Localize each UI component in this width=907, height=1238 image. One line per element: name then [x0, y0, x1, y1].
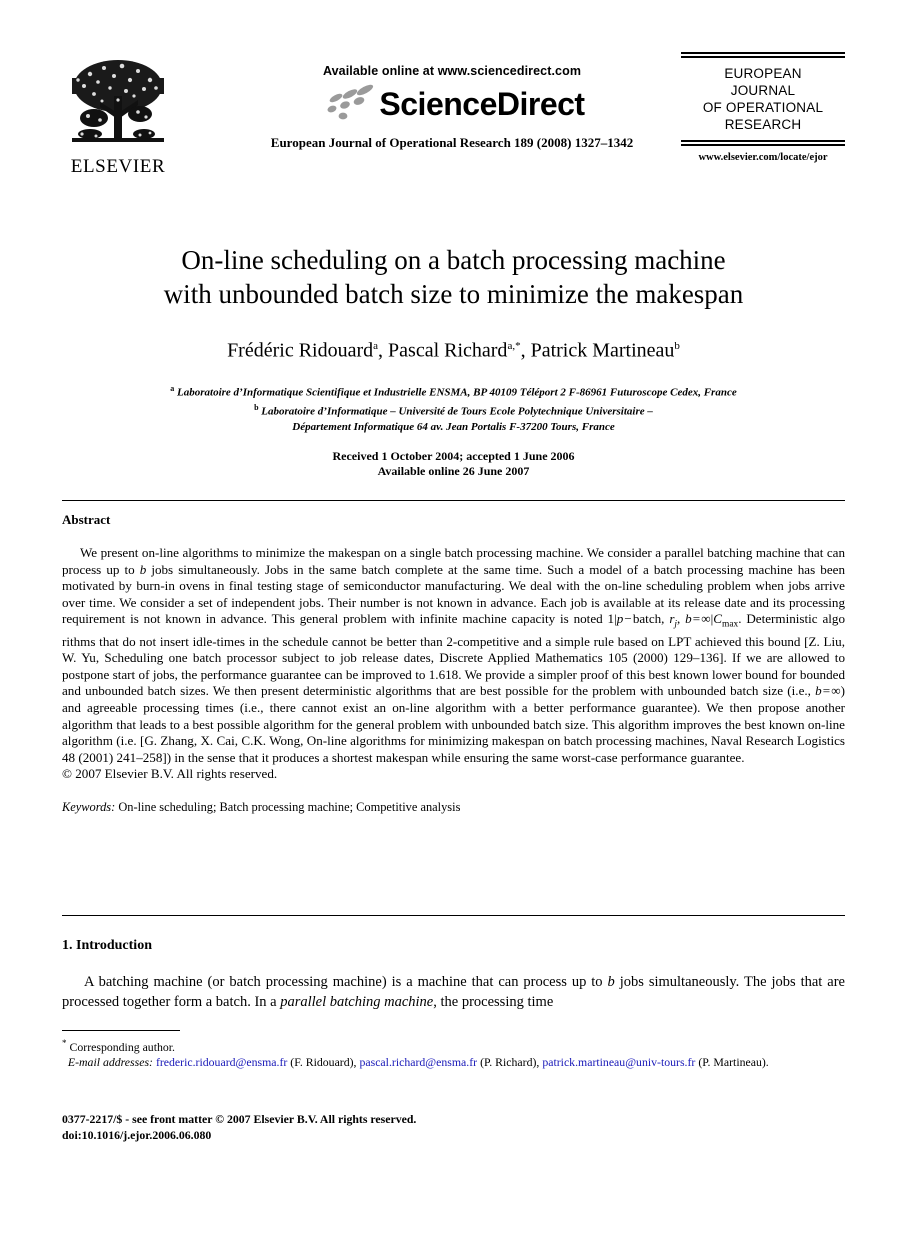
affiliation-1: a Laboratoire d’Informatique Scientifiqu… — [62, 381, 845, 401]
elsevier-wordmark: ELSEVIER — [70, 156, 166, 177]
received-date: Received 1 October 2004; accepted 1 June… — [332, 448, 575, 463]
affiliation-3: Département Informatique 64 av. Jean Por… — [62, 420, 845, 435]
abstract-top-rule — [62, 500, 845, 501]
journal-title-line-2: JOURNAL — [730, 83, 796, 98]
email-addresses-note: E-mail addresses: frederic.ridouard@ensm… — [62, 1055, 845, 1070]
abstract-heading: Abstract — [62, 512, 111, 527]
corresponding-author-text: Corresponding author. — [69, 1039, 176, 1054]
email-person-3: (P. Martineau). — [698, 1054, 769, 1069]
journal-citation: European Journal of Operational Research… — [270, 135, 634, 150]
available-online-date: Available online 26 June 2007 — [377, 463, 530, 478]
affiliation-list: a Laboratoire d’Informatique Scientifiqu… — [62, 381, 845, 435]
journal-title-line-4: RESEARCH — [724, 117, 802, 132]
introduction-paragraph: A batching machine (or batch processing … — [62, 974, 845, 1010]
corresponding-author-note: * Corresponding author. — [62, 1036, 845, 1055]
email-link-2[interactable]: pascal.richard@ensma.fr — [359, 1055, 477, 1069]
email-label: E-mail addresses: — [67, 1054, 153, 1069]
masthead: ELSEVIER Available online at www.science… — [62, 52, 845, 192]
page-title: On-line scheduling on a batch processing… — [62, 243, 845, 311]
elsevier-tree-logo-icon — [72, 60, 164, 142]
affiliation-text-2: Laboratoire d’Informatique – Université … — [261, 405, 653, 418]
abstract-copyright: © 2007 Elsevier B.V. All rights reserved… — [62, 766, 278, 782]
introduction-section: 1. Introduction A batching machine (or b… — [62, 938, 845, 1012]
paper-title-line-1: On-line scheduling on a batch processing… — [181, 245, 726, 275]
issn-line: 0377-2217/$ - see front matter © 2007 El… — [62, 1112, 417, 1126]
email-person-1: (F. Ridouard), — [290, 1054, 357, 1069]
abstract-paragraph: We present on-line algorithms to minimiz… — [62, 545, 845, 765]
journal-branding-block: EUROPEAN JOURNAL OF OPERATIONAL RESEARCH… — [681, 52, 845, 163]
abstract-section: Abstract We present on-line algorithms t… — [62, 512, 845, 815]
journal-title: EUROPEAN JOURNAL OF OPERATIONAL RESEARCH — [681, 58, 845, 140]
author-list: Frédéric Ridouarda, Pascal Richarda,*, P… — [227, 339, 680, 362]
email-link-3[interactable]: patrick.martineau@univ-tours.fr — [542, 1055, 695, 1069]
email-link-1[interactable]: frederic.ridouard@ensma.fr — [156, 1055, 287, 1069]
sciencedirect-swoosh-icon — [327, 84, 374, 120]
affiliation-mark-2: b — [254, 403, 259, 413]
author-name-3: Patrick Martineau — [530, 339, 675, 362]
keywords-label: Keywords: — [62, 799, 116, 814]
affiliation-text-3: Département Informatique 64 av. Jean Por… — [292, 420, 615, 433]
author-name-2: Pascal Richard — [388, 339, 508, 362]
author-mark-3: b — [674, 340, 680, 352]
sciencedirect-logo: ScienceDirect — [212, 83, 692, 125]
affiliation-2: b Laboratoire d’Informatique – Universit… — [62, 400, 845, 420]
section-heading-introduction: 1. Introduction — [62, 938, 152, 953]
available-online-text: Available online at www.sciencedirect.co… — [322, 64, 582, 78]
doi-line[interactable]: doi:10.1016/j.ejor.2006.06.080 — [62, 1128, 845, 1144]
elsevier-publisher-block: ELSEVIER — [62, 56, 174, 176]
sciencedirect-block: Available online at www.sciencedirect.co… — [212, 64, 692, 151]
publication-dates: Received 1 October 2004; accepted 1 June… — [62, 449, 845, 479]
title-block: On-line scheduling on a batch processing… — [62, 243, 845, 479]
journal-url[interactable]: www.elsevier.com/locate/ejor — [681, 152, 845, 163]
issn-doi-block: 0377-2217/$ - see front matter © 2007 El… — [62, 1112, 845, 1143]
paper-page: ELSEVIER Available online at www.science… — [0, 0, 907, 1238]
footnote-section: * Corresponding author. E-mail addresses:… — [62, 1030, 845, 1070]
keywords-value: On-line scheduling; Batch processing mac… — [118, 799, 461, 814]
journal-title-line-3: OF OPERATIONAL — [702, 100, 824, 115]
author-name-1: Frédéric Ridouard — [227, 339, 374, 362]
footnote-rule — [62, 1030, 180, 1031]
affiliation-mark-1: a — [170, 383, 175, 393]
paper-title-line-2: with unbounded batch size to minimize th… — [163, 279, 744, 309]
journal-bottom-rule — [681, 140, 845, 146]
journal-title-line-1: EUROPEAN — [724, 66, 802, 81]
abstract-bottom-rule — [62, 915, 845, 916]
affiliation-text-1: Laboratoire d’Informatique Scientifique … — [177, 386, 737, 399]
author-mark-1: a — [373, 340, 379, 352]
corresponding-author-mark: * — [62, 1038, 67, 1048]
keywords-line: Keywords: On-line scheduling; Batch proc… — [62, 800, 845, 815]
sciencedirect-wordmark: ScienceDirect — [379, 86, 585, 122]
author-mark-2: a,* — [507, 340, 521, 352]
email-person-2: (P. Richard), — [480, 1054, 540, 1069]
